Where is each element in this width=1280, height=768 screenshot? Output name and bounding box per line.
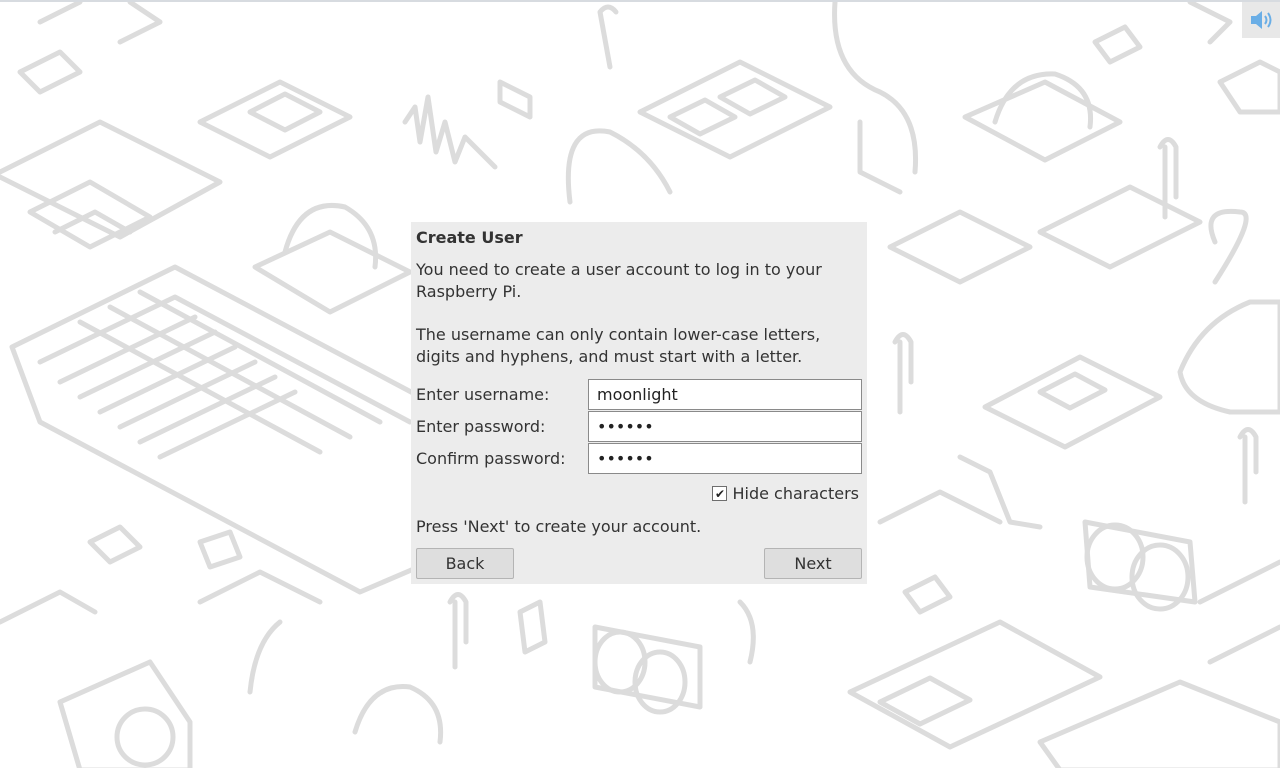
password-label: Enter password: [416,417,546,436]
hide-characters-checkbox[interactable]: ✔ [712,486,728,501]
confirm-password-label: Confirm password: [416,449,566,468]
next-button[interactable]: Next [764,548,862,579]
create-user-dialog: Create User You need to create a user ac… [411,222,867,584]
hide-characters-label[interactable]: Hide characters [732,484,859,503]
back-button[interactable]: Back [416,548,514,579]
username-rules-text: The username can only contain lower-case… [416,325,821,366]
tray-volume[interactable] [1242,2,1280,38]
username-label: Enter username: [416,385,550,404]
desktop: Create User You need to create a user ac… [0,0,1280,768]
intro-text: You need to create a user account to log… [416,260,822,301]
footer-instruction: Press 'Next' to create your account. [416,517,702,536]
dialog-title: Create User [416,228,523,247]
confirm-password-input[interactable]: •••••• [588,443,862,474]
username-input[interactable]: moonlight [588,379,862,410]
password-input[interactable]: •••••• [588,411,862,442]
volume-icon [1251,11,1272,29]
hide-characters-option[interactable]: ✔ Hide characters [712,484,859,503]
